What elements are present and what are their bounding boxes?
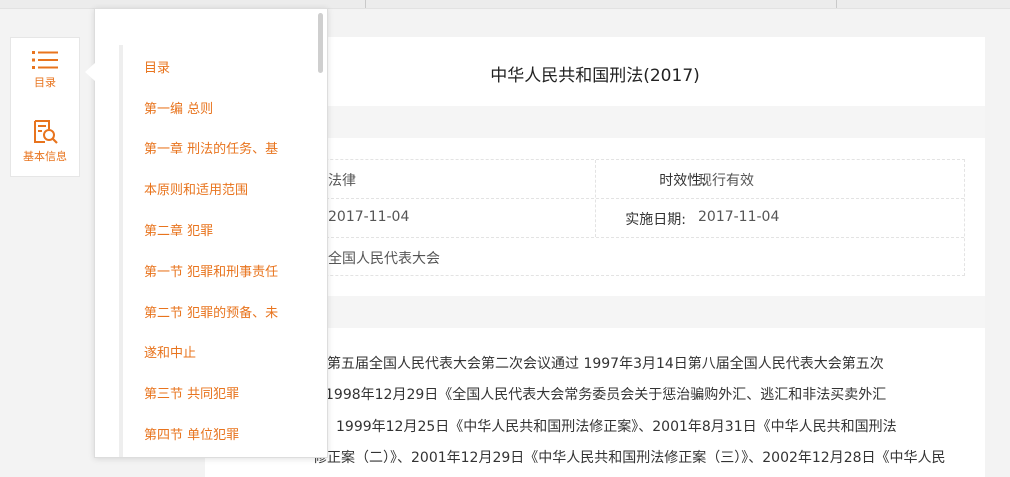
validity-label: 时效性: xyxy=(659,173,706,189)
toc-item-chapter-two[interactable]: 第二章 犯罪 xyxy=(144,220,213,239)
validity-value: 现行有效 xyxy=(698,173,754,189)
catalog-popup: 目录 第一编 总则 第一章 刑法的任务、基 本原则和适用范围 第二章 犯罪 第一… xyxy=(94,8,328,458)
body-text-line: 修正案（二）》、2001年12月29日《中华人民共和国刑法修正案（三）》、200… xyxy=(313,450,946,466)
effective-date-label: 实施日期: xyxy=(625,212,686,228)
document-search-icon xyxy=(34,120,58,144)
basic-info-button[interactable]: 基本信息 xyxy=(11,108,79,176)
toc-item-section-four[interactable]: 第四节 单位犯罪 xyxy=(144,424,239,443)
info-row-divider xyxy=(226,237,964,238)
top-strip-divider xyxy=(836,0,837,8)
catalog-button[interactable]: 目录 xyxy=(11,38,79,106)
toc-item-part-one[interactable]: 第一编 总则 xyxy=(144,98,213,117)
toc-item-catalog[interactable]: 目录 xyxy=(144,57,170,76)
body-text-line: 1999年12月25日《中华人民共和国刑法修正案》、2001年8月31日《中华人… xyxy=(336,419,897,435)
document-info-table: 法律 时效性: 现行有效 2017-11-04 实施日期: 2017-11-04… xyxy=(225,159,965,276)
catalog-label: 目录 xyxy=(34,76,56,89)
body-text-line: 日第五届全国人民代表大会第二次会议通过 1997年3月14日第八届全国人民代表大… xyxy=(313,356,884,372)
toc-item-section-two[interactable]: 第二节 犯罪的预备、未 xyxy=(144,302,278,321)
top-strip-divider xyxy=(365,0,366,8)
body-text-line: 1998年12月29日《全国人民代表大会常务委员会关于惩治骗购外汇、逃汇和非法买… xyxy=(325,387,887,403)
toc-item-section-two-cont[interactable]: 遂和中止 xyxy=(144,342,196,361)
effective-date-value: 2017-11-04 xyxy=(698,209,780,225)
left-tool-rail: 目录 基本信息 xyxy=(10,37,80,177)
date-value: 2017-11-04 xyxy=(328,209,410,225)
catalog-popup-arrow xyxy=(85,63,95,81)
toc-item-section-three[interactable]: 第三节 共同犯罪 xyxy=(144,383,239,402)
toc-item-section-one[interactable]: 第一节 犯罪和刑事责任 xyxy=(144,261,278,280)
catalog-scrollbar[interactable] xyxy=(318,13,323,73)
basic-info-label: 基本信息 xyxy=(23,150,67,163)
authority-value: 全国人民代表大会 xyxy=(328,251,440,267)
toc-item-chapter-one-cont[interactable]: 本原则和适用范围 xyxy=(144,179,248,198)
toc-item-chapter-one[interactable]: 第一章 刑法的任务、基 xyxy=(144,138,278,157)
catalog-tree-line xyxy=(119,45,123,457)
list-icon xyxy=(32,51,58,69)
category-value: 法律 xyxy=(328,173,356,189)
